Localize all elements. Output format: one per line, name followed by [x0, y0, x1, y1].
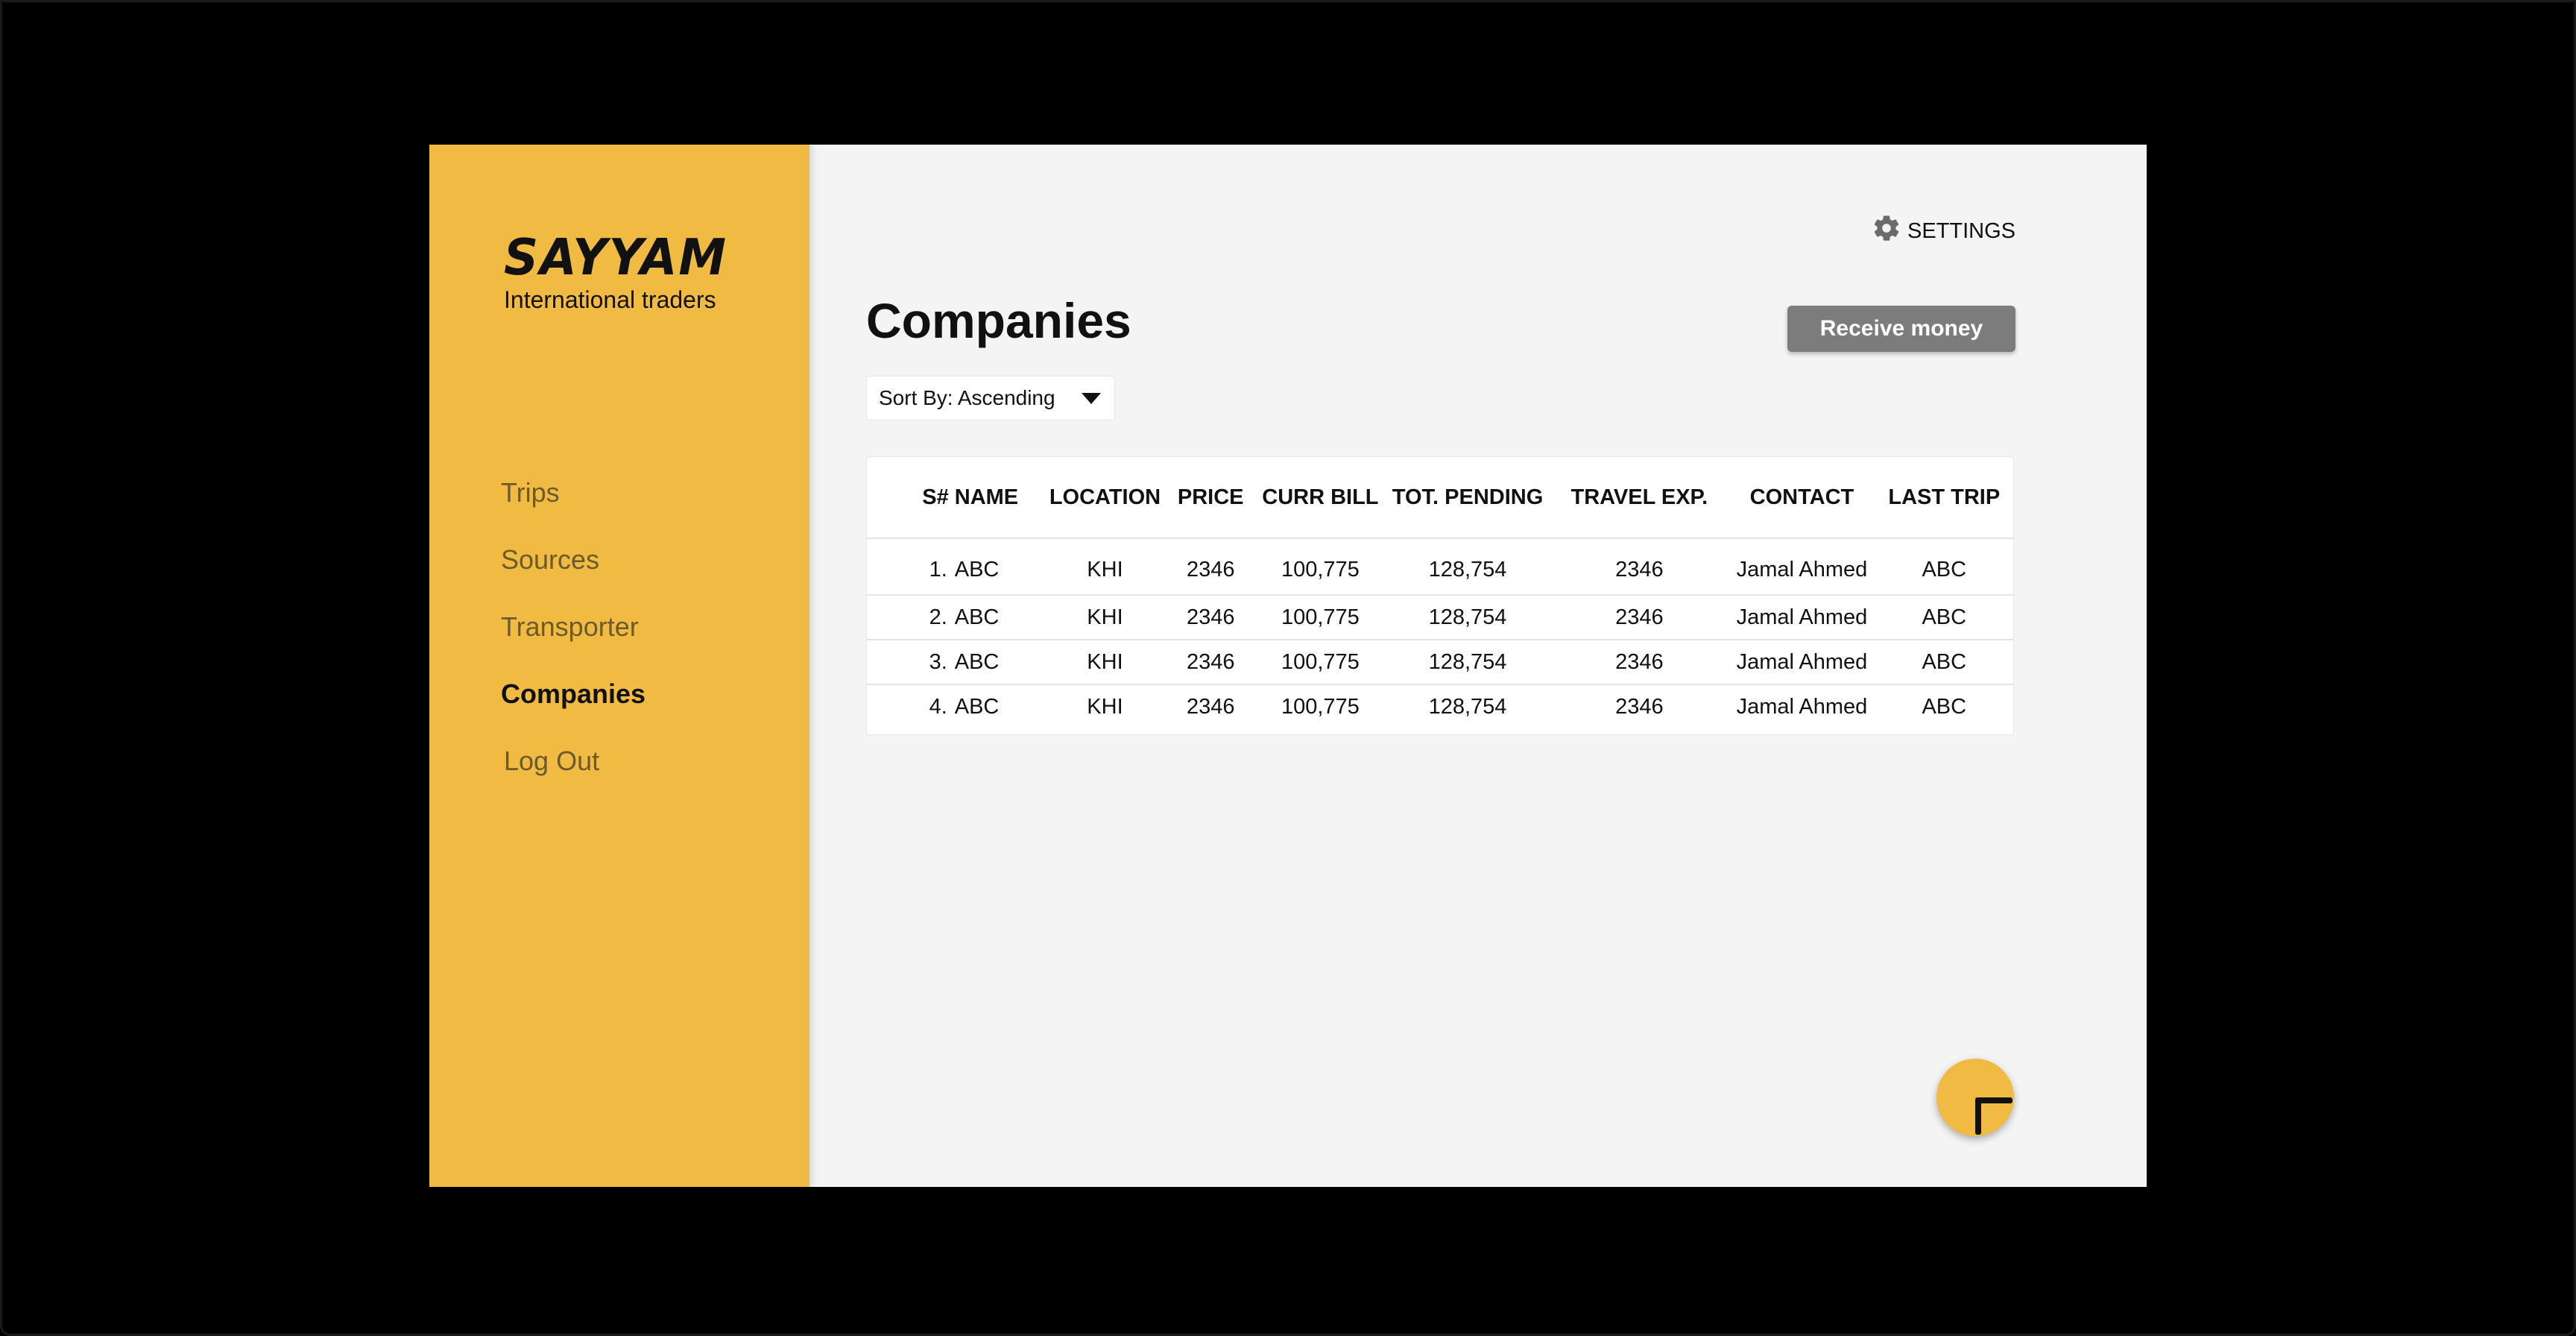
cell-name: ABC: [954, 538, 1044, 596]
column-header-name[interactable]: NAME: [954, 457, 1044, 539]
sidebar-item-companies[interactable]: Companies: [501, 675, 645, 743]
companies-table-card: S# NAME LOCATION PRICE CURR BILL TOT. PE…: [866, 456, 2014, 735]
cell-location: KHI: [1087, 694, 1123, 719]
cell-contact: Jamal Ahmed: [1736, 694, 1868, 719]
cell-last-trip: ABC: [1875, 595, 2013, 640]
sidebar: SAYYAM International traders Trips Sourc…: [429, 145, 809, 1187]
table-row[interactable]: 2. ABC KHI 2346 100,775 128,754 2346 Jam…: [867, 595, 2013, 640]
sidebar-item-sources[interactable]: Sources: [501, 541, 645, 608]
table-row[interactable]: 1. ABC KHI 2346 100,775 128,754 2346 Jam…: [867, 538, 2013, 596]
cell-contact: Jamal Ahmed: [1729, 538, 1875, 596]
settings-button[interactable]: SETTINGS: [1872, 213, 2015, 249]
gear-icon: [1872, 213, 1901, 249]
table-row[interactable]: 3. ABC KHI 2346 100,775 128,754 2346 Jam…: [867, 640, 2013, 685]
cell-name: ABC: [954, 694, 1000, 719]
sort-label: Sort By: Ascending: [879, 386, 1055, 409]
sidebar-item-logout[interactable]: Log Out: [501, 743, 645, 810]
sort-dropdown[interactable]: Sort By: Ascending: [866, 376, 1115, 420]
cell-travel-exp: 2346: [1550, 595, 1729, 640]
cell-sn: 2.: [867, 595, 955, 640]
cell-location: KHI: [1044, 595, 1167, 640]
column-header-last-trip[interactable]: LAST TRIP: [1875, 457, 2013, 539]
table-row[interactable]: 4. ABC KHI 2346 100,775 128,754 2346 Jam…: [867, 684, 2013, 728]
column-header-travel-exp[interactable]: TRAVEL EXP.: [1550, 457, 1729, 539]
cell-contact: Jamal Ahmed: [1729, 595, 1875, 640]
cell-location: KHI: [1044, 640, 1167, 685]
column-header-sn[interactable]: S#: [867, 457, 955, 539]
plus-icon-horizontal: [1975, 1097, 2012, 1103]
page-title: Companies: [866, 293, 1131, 348]
sidebar-item-transporter[interactable]: Transporter: [501, 608, 645, 675]
cell-travel-exp: 2346: [1550, 538, 1729, 596]
cell-curr-bill: 100,775: [1255, 538, 1386, 596]
gear-icon-svg: [1874, 215, 1899, 241]
sidebar-item-trips[interactable]: Trips: [501, 474, 645, 541]
column-header-contact[interactable]: CONTACT: [1729, 457, 1875, 539]
sidebar-nav: Trips Sources Transporter Companies Log …: [501, 474, 645, 810]
cell-price: 2346: [1166, 640, 1256, 685]
brand-subtitle: International traders: [504, 286, 716, 313]
cell-last-trip: ABC: [1875, 640, 2013, 685]
brand-title: SAYYAM: [504, 229, 728, 287]
cell-curr-bill: 100,775: [1281, 694, 1360, 719]
cell-name: ABC: [954, 595, 1044, 640]
companies-table: S# NAME LOCATION PRICE CURR BILL TOT. PE…: [867, 457, 2013, 728]
cell-tot-pending: 128,754: [1385, 640, 1550, 685]
column-header-price[interactable]: PRICE: [1166, 457, 1256, 539]
cell-last-trip: ABC: [1875, 538, 2013, 596]
cell-price: 2346: [1186, 694, 1235, 719]
cell-curr-bill: 100,775: [1255, 595, 1386, 640]
cell-sn: 1.: [867, 538, 955, 596]
cell-sn: 3.: [867, 640, 955, 685]
cell-name: ABC: [954, 640, 1044, 685]
column-header-location[interactable]: LOCATION: [1044, 457, 1167, 539]
cell-tot-pending: 128,754: [1385, 538, 1550, 596]
cell-last-trip: ABC: [1922, 694, 1967, 719]
cell-travel-exp: 2346: [1550, 640, 1729, 685]
cell-contact: Jamal Ahmed: [1729, 640, 1875, 685]
caret-down-icon: [1082, 393, 1101, 404]
cell-tot-pending: 128,754: [1428, 694, 1507, 719]
settings-label: SETTINGS: [1907, 218, 2015, 243]
receive-money-button[interactable]: Receive money: [1787, 306, 2015, 352]
add-company-button[interactable]: [1936, 1059, 2014, 1136]
cell-price: 2346: [1166, 595, 1256, 640]
app-window: SAYYAM International traders Trips Sourc…: [429, 145, 2147, 1187]
cell-curr-bill: 100,775: [1255, 640, 1386, 685]
table-header-row: S# NAME LOCATION PRICE CURR BILL TOT. PE…: [867, 457, 2013, 539]
cell-tot-pending: 128,754: [1385, 595, 1550, 640]
column-header-curr-bill[interactable]: CURR BILL: [1255, 457, 1386, 539]
brand-logo: SAYYAM International traders: [504, 229, 728, 314]
cell-price: 2346: [1166, 538, 1256, 596]
cell-sn: 4.: [929, 694, 947, 719]
cell-location: KHI: [1044, 538, 1167, 596]
cell-travel-exp: 2346: [1615, 694, 1664, 719]
column-header-tot-pending[interactable]: TOT. PENDING: [1385, 457, 1550, 539]
device-frame: SAYYAM International traders Trips Sourc…: [0, 0, 2576, 1336]
